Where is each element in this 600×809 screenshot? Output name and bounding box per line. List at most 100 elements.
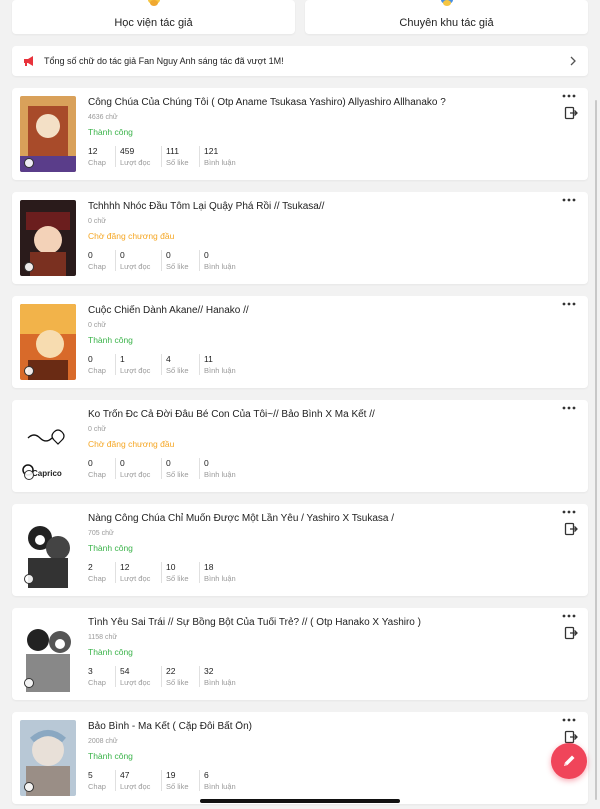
author-academy-link[interactable]: Học viện tác giả	[12, 0, 295, 34]
story-card[interactable]: Bảo Bình - Ma Kết ( Cặp Đôi Bất Ổn) 2008…	[12, 712, 588, 804]
more-options-icon[interactable]	[562, 406, 576, 410]
exit-icon[interactable]	[564, 106, 578, 120]
stat-comments-value: 0	[204, 458, 209, 468]
story-cover-image[interactable]	[20, 200, 76, 276]
stat-chap-value: 12	[88, 146, 98, 156]
stat-likes-value: 0	[166, 458, 171, 468]
more-options-icon[interactable]	[562, 510, 576, 514]
megaphone-icon	[24, 56, 33, 66]
stat-reads: 47 Lượt đọc	[120, 770, 162, 791]
story-word-count: 0 chữ	[88, 218, 106, 225]
stat-chap-label: Chap	[88, 574, 106, 583]
stat-comments-label: Bình luận	[204, 366, 236, 375]
stat-comments: 0 Bình luận	[204, 250, 254, 271]
story-stats: 0 Chap 1 Lượt đọc 4 Số like 11 Bình luận	[88, 354, 548, 375]
stat-likes-value: 0	[166, 250, 171, 260]
stat-likes-label: Số like	[166, 470, 189, 479]
stat-reads-label: Lượt đọc	[120, 262, 151, 271]
author-zone-label: Chuyên khu tác giả	[399, 17, 494, 29]
story-title[interactable]: Nàng Công Chúa Chỉ Muốn Được Một Lần Yêu…	[88, 513, 548, 524]
exit-icon[interactable]	[564, 730, 578, 744]
story-title[interactable]: Tình Yêu Sai Trái // Sự Bồng Bột Của Tuổ…	[88, 617, 548, 628]
stat-reads: 54 Lượt đọc	[120, 666, 162, 687]
story-cover-image[interactable]	[20, 304, 76, 380]
stat-reads: 0 Lượt đọc	[120, 250, 162, 271]
stat-comments-label: Bình luận	[204, 262, 236, 271]
story-title[interactable]: Cuộc Chiến Dành Akane// Hanako //	[88, 305, 548, 316]
more-options-icon[interactable]	[562, 94, 576, 98]
stat-likes-value: 10	[166, 562, 176, 572]
stat-chap-value: 0	[88, 458, 93, 468]
stat-comments: 121 Bình luận	[204, 146, 254, 167]
top-links: Học viện tác giả Chuyên khu tác giả	[12, 0, 588, 34]
stat-comments-label: Bình luận	[204, 470, 236, 479]
stat-comments-value: 121	[204, 146, 219, 156]
story-stats: 5 Chap 47 Lượt đọc 19 Số like 6 Bình luậ…	[88, 770, 548, 791]
stat-chap: 2 Chap	[88, 562, 116, 583]
story-cover-image[interactable]: Caprico	[20, 408, 76, 484]
cover-badge-icon	[24, 678, 34, 688]
story-cover-image[interactable]	[20, 720, 76, 796]
story-card[interactable]: Nàng Công Chúa Chỉ Muốn Được Một Lần Yêu…	[12, 504, 588, 596]
stat-reads: 0 Lượt đọc	[120, 458, 162, 479]
story-cover-image[interactable]	[20, 512, 76, 588]
story-status: Chờ đăng chương đầu	[88, 231, 175, 241]
stat-chap: 0 Chap	[88, 250, 116, 271]
story-title[interactable]: Ko Trốn Đc Cả Đời Đâu Bé Con Của Tôi~// …	[88, 409, 548, 420]
story-status: Thành công	[88, 127, 133, 137]
more-options-icon[interactable]	[562, 198, 576, 202]
home-indicator	[200, 799, 400, 803]
stat-likes-label: Số like	[166, 782, 189, 791]
stat-likes-label: Số like	[166, 574, 189, 583]
more-options-icon[interactable]	[562, 614, 576, 618]
story-title[interactable]: Tchhhh Nhóc Đầu Tôm Lại Quậy Phá Rồi // …	[88, 201, 548, 212]
story-title[interactable]: Công Chúa Của Chúng Tôi ( Otp Aname Tsuk…	[88, 97, 548, 108]
stat-comments: 32 Bình luận	[204, 666, 254, 687]
stat-likes: 22 Số like	[166, 666, 200, 687]
stat-chap-label: Chap	[88, 158, 106, 167]
story-card[interactable]: Tình Yêu Sai Trái // Sự Bồng Bột Của Tuổ…	[12, 608, 588, 700]
story-cover-image[interactable]	[20, 96, 76, 172]
stat-chap-value: 5	[88, 770, 93, 780]
graduation-icon	[147, 0, 160, 6]
author-zone-link[interactable]: Chuyên khu tác giả	[305, 0, 588, 34]
stat-comments-label: Bình luận	[204, 678, 236, 687]
stat-reads-label: Lượt đọc	[120, 158, 151, 167]
stat-reads-value: 47	[120, 770, 130, 780]
story-card[interactable]: Caprico Ko Trốn Đc Cả Đời Đâu Bé Con Của…	[12, 400, 588, 492]
stat-chap: 0 Chap	[88, 354, 116, 375]
stat-likes-value: 19	[166, 770, 176, 780]
story-card[interactable]: Công Chúa Của Chúng Tôi ( Otp Aname Tsuk…	[12, 88, 588, 180]
cover-badge-icon	[24, 470, 34, 480]
stat-reads-label: Lượt đọc	[120, 470, 151, 479]
story-cover-image[interactable]	[20, 616, 76, 692]
stat-likes-label: Số like	[166, 158, 189, 167]
story-title[interactable]: Bảo Bình - Ma Kết ( Cặp Đôi Bất Ổn)	[88, 721, 548, 732]
cover-badge-icon	[24, 574, 34, 584]
compose-button[interactable]	[551, 743, 587, 779]
stat-reads: 12 Lượt đọc	[120, 562, 162, 583]
stat-chap-value: 0	[88, 354, 93, 364]
author-academy-label: Học viện tác giả	[114, 17, 193, 29]
story-stats: 3 Chap 54 Lượt đọc 22 Số like 32 Bình lu…	[88, 666, 548, 687]
cover-badge-icon	[24, 366, 34, 376]
announcement-bar[interactable]: Tổng số chữ do tác giả Fan Nguy Anh sáng…	[12, 46, 588, 76]
stat-chap: 3 Chap	[88, 666, 116, 687]
stat-likes: 111 Số like	[166, 146, 200, 167]
stat-likes: 0 Số like	[166, 458, 200, 479]
more-options-icon[interactable]	[562, 718, 576, 722]
announcement-text: Tổng số chữ do tác giả Fan Nguy Anh sáng…	[44, 56, 284, 66]
more-options-icon[interactable]	[562, 302, 576, 306]
story-card[interactable]: Tchhhh Nhóc Đầu Tôm Lại Quậy Phá Rồi // …	[12, 192, 588, 284]
story-word-count: 4636 chữ	[88, 114, 118, 121]
exit-icon[interactable]	[564, 522, 578, 536]
stat-likes: 0 Số like	[166, 250, 200, 271]
story-card[interactable]: Cuộc Chiến Dành Akane// Hanako // 0 chữ …	[12, 296, 588, 388]
story-stats: 12 Chap 459 Lượt đọc 111 Số like 121 Bìn…	[88, 146, 548, 167]
cover-caption: Caprico	[32, 469, 62, 478]
chevron-right-icon	[570, 56, 576, 66]
pencil-icon	[564, 755, 575, 766]
scrollbar[interactable]	[595, 100, 597, 800]
stat-reads: 1 Lượt đọc	[120, 354, 162, 375]
exit-icon[interactable]	[564, 626, 578, 640]
